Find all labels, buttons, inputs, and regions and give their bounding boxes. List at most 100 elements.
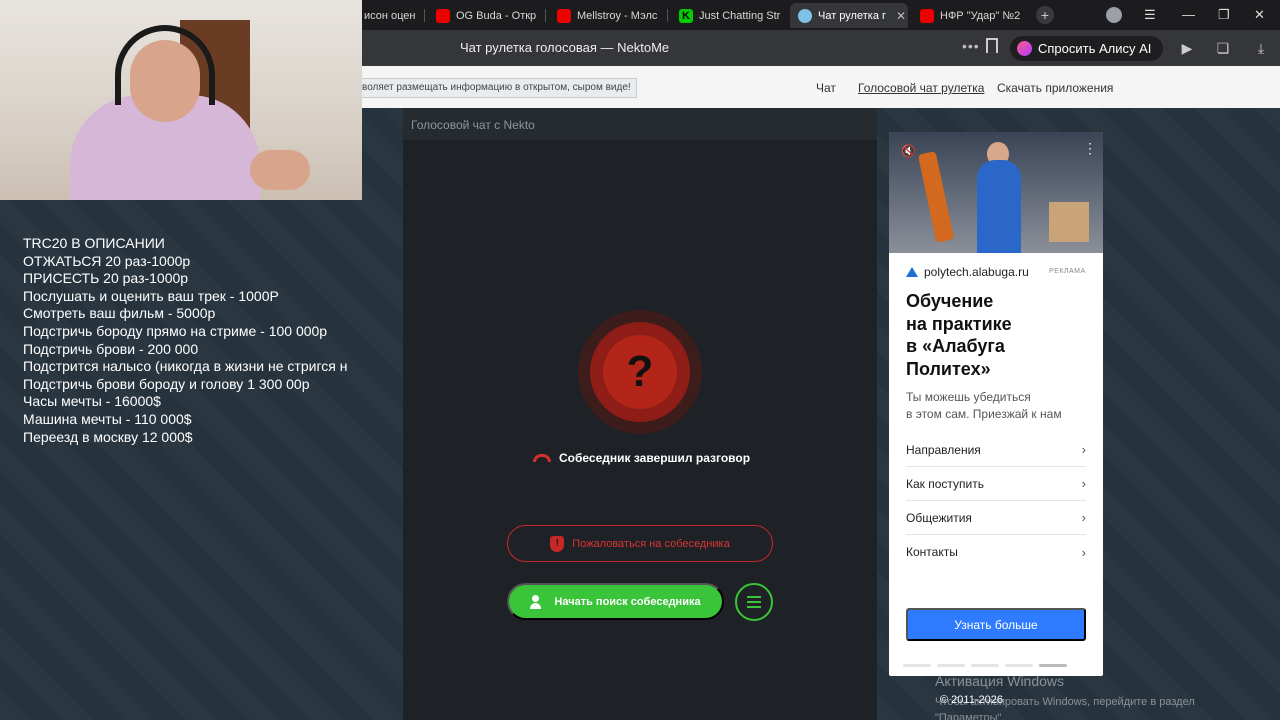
nekto-icon <box>798 8 812 23</box>
ad-link-label: Направления <box>906 442 981 457</box>
ad-link-contacts[interactable]: Контакты › <box>906 535 1086 569</box>
ad-title-line: Политех» <box>906 358 991 379</box>
tab-nekto-active[interactable]: Чат рулетка г ✕ <box>790 3 908 28</box>
status-core: ? <box>603 335 677 409</box>
tab-label: Just Chatting Str <box>699 9 781 22</box>
carousel-dot-active[interactable] <box>1039 664 1067 667</box>
chat-header-title: Голосовой чат с Nekto <box>411 118 535 132</box>
call-ended-status: Собеседник завершил разговор <box>533 451 750 465</box>
workpiece-image <box>1049 202 1089 242</box>
download-icon[interactable]: ⤓ <box>1253 40 1269 56</box>
report-button[interactable]: ! Пожаловаться на собеседника <box>507 525 773 562</box>
streamer-webcam <box>0 0 362 200</box>
hang-up-phone-icon <box>533 454 551 462</box>
question-mark-icon: ? <box>626 347 654 396</box>
ad-title-line: в «Алабуга <box>906 336 1005 356</box>
minimize-icon[interactable]: — <box>1182 7 1195 22</box>
windows-activation-watermark: Активация Windows <box>935 673 1065 689</box>
tab-label: исон оцен <box>364 9 416 22</box>
filter-icon <box>747 606 761 608</box>
ad-title: Обучение на практике в «Алабуга Политех» <box>906 290 1091 380</box>
tab-label: Mellstroy - Мэлс <box>577 9 658 22</box>
ad-title-line: на практике <box>906 313 1012 334</box>
status-ring: ? <box>590 322 690 422</box>
chevron-right-icon: › <box>1081 442 1086 457</box>
carousel-dot[interactable] <box>971 664 999 667</box>
ad-link-label: Общежития <box>906 510 972 525</box>
ad-link-directions[interactable]: Направления › <box>906 433 1086 467</box>
media-icon[interactable]: ▶ <box>1179 40 1195 56</box>
ad-link-admission[interactable]: Как поступить › <box>906 467 1086 501</box>
tab-separator <box>545 9 546 22</box>
chevron-right-icon: › <box>1081 510 1086 525</box>
ad-subtitle-line: Ты можешь убедиться <box>906 390 1031 404</box>
bookmark-icon[interactable] <box>986 38 998 53</box>
new-tab-button[interactable]: + <box>1036 6 1054 24</box>
donation-line: Переезд в москву 12 000$ <box>23 428 193 445</box>
alice-icon <box>1017 41 1032 56</box>
tab-og-buda[interactable]: OG Buda - Откр <box>428 3 542 28</box>
status-indicator: ? <box>578 310 702 434</box>
carousel-dot[interactable] <box>937 664 965 667</box>
ad-subtitle: Ты можешь убедиться в этом сам. Приезжай… <box>906 389 1062 423</box>
donation-line: Часы мечты - 16000$ <box>23 393 161 410</box>
page-title[interactable]: Чат рулетка голосовая — NektoMe <box>460 40 669 55</box>
ad-learn-more-button[interactable]: Узнать больше <box>906 608 1086 641</box>
start-search-button[interactable]: Начать поиск собеседника <box>507 583 724 620</box>
window-close-icon[interactable]: ✕ <box>1254 7 1265 23</box>
tab-label: OG Buda - Откр <box>456 9 537 22</box>
tab-mellstroy[interactable]: Mellstroy - Мэлс <box>549 3 663 28</box>
ask-alice-button[interactable]: Спросить Алису AI <box>1010 36 1164 61</box>
report-button-label: Пожаловаться на собеседника <box>572 537 730 550</box>
donation-list: TRC20 В ОПИСАНИИ ОТЖАТЬСЯ 20 раз-1000р П… <box>23 235 375 446</box>
shield-icon: ! <box>550 535 565 552</box>
ad-title-line: Обучение <box>906 291 994 311</box>
nav-download-apps[interactable]: Скачать приложения <box>997 81 1113 95</box>
donation-line: Подстричь бороду прямо на стриме - 100 0… <box>23 322 328 339</box>
ad-domain-text: polytech.alabuga.ru <box>924 265 1029 279</box>
carousel-dot[interactable] <box>1005 664 1033 667</box>
voice-chat-panel: Голосовой чат с Nekto ? Собеседник завер… <box>403 108 877 720</box>
carousel-dot[interactable] <box>903 664 931 667</box>
donation-line: Подстричь брови бороду и голову 1 300 00… <box>23 375 310 392</box>
alice-button-label: Спросить Алису AI <box>1038 41 1152 56</box>
profile-icon[interactable] <box>1106 7 1122 23</box>
advertisement[interactable]: 🔇 ⋮ polytech.alabuga.ru РЕКЛАМА Обучение… <box>889 132 1103 676</box>
ad-subtitle-line: в этом сам. Приезжай к нам <box>906 407 1062 421</box>
collections-icon[interactable]: ❏ <box>1215 40 1231 56</box>
filter-settings-button[interactable] <box>735 583 773 621</box>
hand-image <box>250 150 310 190</box>
nav-chat[interactable]: Чат <box>816 81 836 95</box>
kebab-menu-icon[interactable]: ⋮ <box>1083 140 1097 157</box>
person-image <box>977 160 1021 253</box>
start-search-label: Начать поиск собеседника <box>554 595 701 608</box>
donation-line: Послушать и оценить ваш трек - 1000Р <box>23 287 279 304</box>
ad-domain[interactable]: polytech.alabuga.ru <box>906 265 1029 279</box>
tab-nfr-udar[interactable]: НФР "Удар" №2 <box>912 3 1028 28</box>
tab-just-chatting[interactable]: K Just Chatting Str <box>671 3 785 28</box>
kick-icon: K <box>679 8 693 23</box>
ad-link-dormitories[interactable]: Общежития › <box>906 501 1086 535</box>
tab-separator <box>667 9 668 22</box>
close-icon[interactable]: ✕ <box>896 9 906 23</box>
donation-line: Подстрится налысо (никогда в жизни не ст… <box>23 358 348 375</box>
donation-line: Подстричь брови - 200 000 <box>23 340 199 357</box>
more-dots-icon[interactable]: ••• <box>962 38 980 54</box>
youtube-icon <box>436 8 450 23</box>
tab-label: НФР "Удар" №2 <box>940 9 1021 22</box>
site-notice: воляет размещать информацию в открытом, … <box>356 78 637 98</box>
tab-1[interactable]: исон оцен <box>356 3 422 28</box>
ad-image[interactable]: 🔇 ⋮ <box>889 132 1103 253</box>
ad-link-label: Контакты <box>906 545 958 559</box>
user-search-icon <box>530 594 546 609</box>
alabuga-logo-icon <box>906 267 918 277</box>
menu-icon[interactable]: ☰ <box>1144 7 1156 23</box>
nav-voice-chat[interactable]: Голосовой чат рулетка <box>858 81 984 95</box>
donation-line: ОТЖАТЬСЯ 20 раз-1000р <box>23 252 191 269</box>
chat-header: Голосовой чат с Nekto <box>403 108 877 140</box>
maximize-icon[interactable]: ❐ <box>1218 7 1230 23</box>
mute-icon[interactable]: 🔇 <box>901 144 917 158</box>
youtube-icon <box>920 8 934 23</box>
ad-label: РЕКЛАМА <box>1049 268 1086 275</box>
filter-icon <box>747 601 761 603</box>
